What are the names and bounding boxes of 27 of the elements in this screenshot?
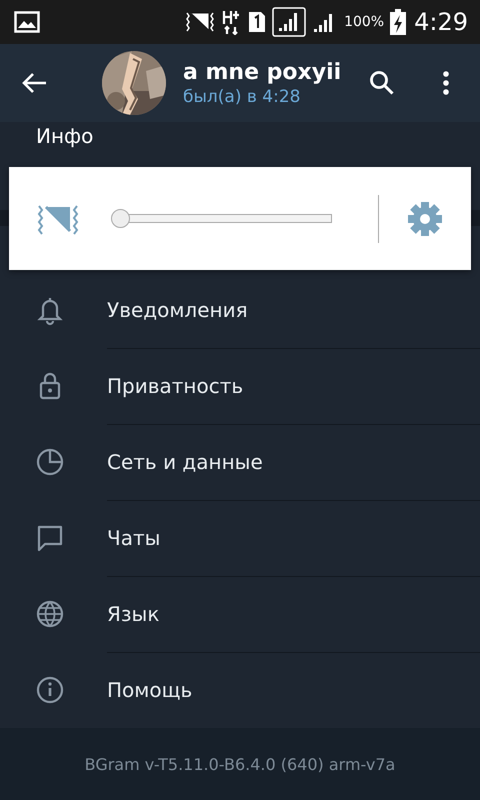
settings-menu-item[interactable]: Сеть и данные xyxy=(0,424,480,500)
more-icon xyxy=(443,71,449,95)
info-icon xyxy=(34,674,66,706)
settings-button[interactable] xyxy=(407,200,443,236)
back-arrow-icon xyxy=(21,72,47,94)
sim-card-icon xyxy=(248,11,266,33)
vibrate-off-icon xyxy=(184,11,216,33)
battery-charging-icon xyxy=(390,9,406,35)
settings-icon xyxy=(407,200,443,236)
volume-slider-thumb[interactable] xyxy=(111,209,130,228)
settings-menu-item[interactable]: Помощь xyxy=(0,652,480,728)
last-seen-status: был(а) в 4:28 xyxy=(183,86,302,106)
settings-menu-item[interactable]: Язык xyxy=(0,576,480,652)
app-version: BGram v-T5.11.0-B6.4.0 (640) arm-v7a xyxy=(84,754,396,774)
battery-percent: 100% xyxy=(344,14,384,30)
section-heading: Инфо xyxy=(36,124,94,148)
settings-menu-item[interactable]: Уведомления xyxy=(0,272,480,348)
image-icon xyxy=(14,11,40,33)
clock-time: 4:29 xyxy=(414,8,468,36)
clock-icon xyxy=(34,446,66,478)
globe-icon xyxy=(34,598,66,630)
settings-menu-item[interactable]: Чаты xyxy=(0,500,480,576)
signal-icon xyxy=(272,7,306,37)
settings-menu-item[interactable]: Приватность xyxy=(0,348,480,424)
chat-title: a mne poxyii xyxy=(183,60,342,84)
search-icon xyxy=(369,70,395,96)
vibrate-off-icon[interactable] xyxy=(36,202,80,234)
